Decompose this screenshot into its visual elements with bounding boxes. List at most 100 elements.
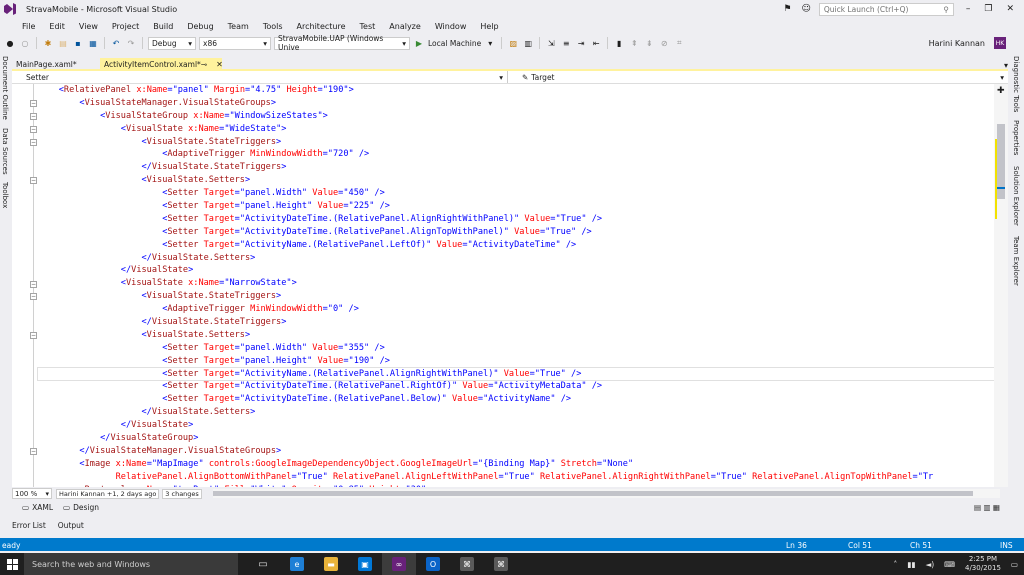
startup-project-dropdown[interactable]: StravaMobile.UAP (Windows Unive ▾ xyxy=(274,34,410,52)
code-line[interactable]: </VisualState> xyxy=(38,419,994,432)
taskbar-store[interactable]: ▣ xyxy=(348,553,382,575)
chevron-up-icon[interactable]: ˄ xyxy=(893,560,897,569)
back-icon[interactable]: ● xyxy=(4,37,16,49)
find-icon[interactable]: ▨ xyxy=(507,37,519,49)
code-line[interactable]: <Setter Target="panel.Height" Value="190… xyxy=(38,355,994,368)
code-line[interactable]: <Image x:Name="MapImage" controls:Google… xyxy=(38,458,994,471)
collapse-region-icon[interactable]: − xyxy=(30,177,37,185)
collapse-region-icon[interactable]: − xyxy=(30,332,37,340)
collapse-region-icon[interactable]: − xyxy=(30,293,37,301)
code-line[interactable]: <VisualStateManager.VisualStateGroups> xyxy=(38,97,994,110)
diagnostic-tools-tab[interactable]: Diagnostic Tools xyxy=(1012,56,1020,112)
run-target-button[interactable]: Local Machine xyxy=(428,39,481,48)
collapse-region-icon[interactable]: − xyxy=(30,125,37,133)
code-line[interactable]: </VisualState> xyxy=(38,264,994,277)
bookmark-clear-icon[interactable]: ⊘ xyxy=(658,37,670,49)
notification-flag-icon[interactable]: ⚑ xyxy=(783,4,791,14)
code-line[interactable]: <VisualState.StateTriggers> xyxy=(38,136,994,149)
code-line[interactable]: <Setter Target="ActivityName.(RelativePa… xyxy=(37,366,994,382)
taskbar-edge[interactable]: e xyxy=(280,553,314,575)
toolbar-icon[interactable]: ▥ xyxy=(522,37,534,49)
team-explorer-tab[interactable]: Team Explorer xyxy=(1012,236,1020,286)
notifications-icon[interactable]: ▭ xyxy=(1011,560,1018,569)
menu-view[interactable]: View xyxy=(79,22,98,31)
start-debugging-icon[interactable]: ▶ xyxy=(413,37,425,49)
taskbar-clock[interactable]: 2:25 PM 4/30/2015 xyxy=(965,555,1001,573)
code-line[interactable]: </VisualState.Setters> xyxy=(38,406,994,419)
undo-icon[interactable]: ↶ xyxy=(110,37,122,49)
tab-output[interactable]: Output xyxy=(58,521,84,530)
code-line[interactable]: <AdaptiveTrigger MinWindowWidth="720" /> xyxy=(38,148,994,161)
redo-icon[interactable]: ↷ xyxy=(125,37,137,49)
scrollbar-thumb[interactable] xyxy=(212,491,973,496)
menu-build[interactable]: Build xyxy=(153,22,173,31)
restore-button[interactable]: ❐ xyxy=(984,4,992,14)
collapse-region-icon[interactable]: − xyxy=(30,280,37,288)
save-icon[interactable]: ▪ xyxy=(72,37,84,49)
menu-debug[interactable]: Debug xyxy=(187,22,213,31)
new-project-icon[interactable]: ✱ xyxy=(42,37,54,49)
scope-dropdown[interactable]: Setter ▾ xyxy=(12,71,508,83)
code-line[interactable]: <Setter Target="panel.Width" Value="450"… xyxy=(38,187,994,200)
code-line[interactable]: <Setter Target="panel.Height" Value="225… xyxy=(38,200,994,213)
solution-explorer-tab[interactable]: Solution Explorer xyxy=(1012,166,1020,226)
outdent-icon[interactable]: ⇤ xyxy=(590,37,602,49)
tab-design[interactable]: ▭ Design xyxy=(63,503,99,512)
bookmark-next-icon[interactable]: ⇟ xyxy=(643,37,655,49)
code-line[interactable]: <Setter Target="ActivityDateTime.(Relati… xyxy=(38,226,994,239)
taskbar-outlook[interactable]: O xyxy=(416,553,450,575)
zoom-dropdown[interactable]: 100 % ▾ xyxy=(12,488,52,499)
menu-help[interactable]: Help xyxy=(480,22,498,31)
feedback-smiley-icon[interactable]: ☺ xyxy=(801,4,810,14)
taskbar-visual-studio[interactable]: ∞ xyxy=(382,553,416,575)
quick-launch-input[interactable]: Quick Launch (Ctrl+Q) ⚲ xyxy=(818,2,954,16)
code-line[interactable]: </VisualStateManager.VisualStateGroups> xyxy=(38,445,994,458)
code-line[interactable]: </VisualState.StateTriggers> xyxy=(38,316,994,329)
step-icon[interactable]: ⇲ xyxy=(545,37,557,49)
member-dropdown[interactable]: ✎ Target ▾ xyxy=(508,71,1008,83)
signed-in-user[interactable]: Harini Kannan xyxy=(929,39,985,48)
tab-error-list[interactable]: Error List xyxy=(12,521,46,530)
keyboard-icon[interactable]: ⌨ xyxy=(944,560,955,569)
code-line[interactable]: RelativePanel.AlignBottomWithPanel="True… xyxy=(38,471,994,484)
code-line[interactable]: <VisualStateGroup x:Name="WindowSizeStat… xyxy=(38,110,994,123)
open-file-icon[interactable]: ▤ xyxy=(57,37,69,49)
menu-project[interactable]: Project xyxy=(112,22,139,31)
taskbar-app-1[interactable]: ⌘ xyxy=(450,553,484,575)
taskbar-explorer[interactable]: ▬ xyxy=(314,553,348,575)
pin-icon[interactable]: ⊸ xyxy=(201,60,207,69)
menu-file[interactable]: File xyxy=(22,22,35,31)
volume-icon[interactable]: ◄) xyxy=(925,560,934,569)
outline-icon[interactable]: ≡ xyxy=(560,37,572,49)
code-line[interactable]: <VisualState.Setters> xyxy=(38,174,994,187)
code-line[interactable]: </VisualState.Setters> xyxy=(38,252,994,265)
bookmark-icon[interactable]: ▮ xyxy=(613,37,625,49)
menu-team[interactable]: Team xyxy=(228,22,249,31)
avatar[interactable]: HK xyxy=(994,37,1006,49)
menu-edit[interactable]: Edit xyxy=(49,22,65,31)
collapse-region-icon[interactable]: − xyxy=(30,138,37,146)
properties-tab[interactable]: Properties xyxy=(1012,120,1020,155)
code-line[interactable]: <VisualState x:Name="WideState"> xyxy=(38,123,994,136)
code-line[interactable]: <Setter Target="ActivityName.(RelativePa… xyxy=(38,239,994,252)
code-line[interactable]: </VisualStateGroup> xyxy=(38,432,994,445)
close-button[interactable]: ✕ xyxy=(1006,4,1014,14)
menu-tools[interactable]: Tools xyxy=(263,22,283,31)
menu-window[interactable]: Window xyxy=(435,22,467,31)
code-line[interactable]: <Setter Target="ActivityDateTime.(Relati… xyxy=(38,380,994,393)
task-view-button[interactable]: ▭ xyxy=(246,553,280,575)
tab-xaml[interactable]: ▭ XAML xyxy=(22,503,53,512)
close-icon[interactable]: ✕ xyxy=(216,60,223,69)
code-line[interactable]: <Setter Target="ActivityDateTime.(Relati… xyxy=(38,393,994,406)
split-horizontal-icon[interactable]: ▤ ▥ ▦ xyxy=(974,503,1000,512)
taskbar-search-input[interactable]: Search the web and Windows xyxy=(24,553,238,575)
split-icon[interactable]: ✚ xyxy=(997,86,1005,96)
taskbar-app-2[interactable]: ⌘ xyxy=(484,553,518,575)
code-line[interactable]: <Setter Target="ActivityDateTime.(Relati… xyxy=(38,213,994,226)
bookmark-prev-icon[interactable]: ⇞ xyxy=(628,37,640,49)
chevron-down-icon[interactable]: ▾ xyxy=(484,37,496,49)
collapse-region-icon[interactable]: − xyxy=(30,99,37,107)
code-line[interactable]: <VisualState.Setters> xyxy=(38,329,994,342)
vertical-scrollbar[interactable]: ✚ xyxy=(994,84,1008,487)
collapse-region-icon[interactable]: − xyxy=(30,448,37,456)
